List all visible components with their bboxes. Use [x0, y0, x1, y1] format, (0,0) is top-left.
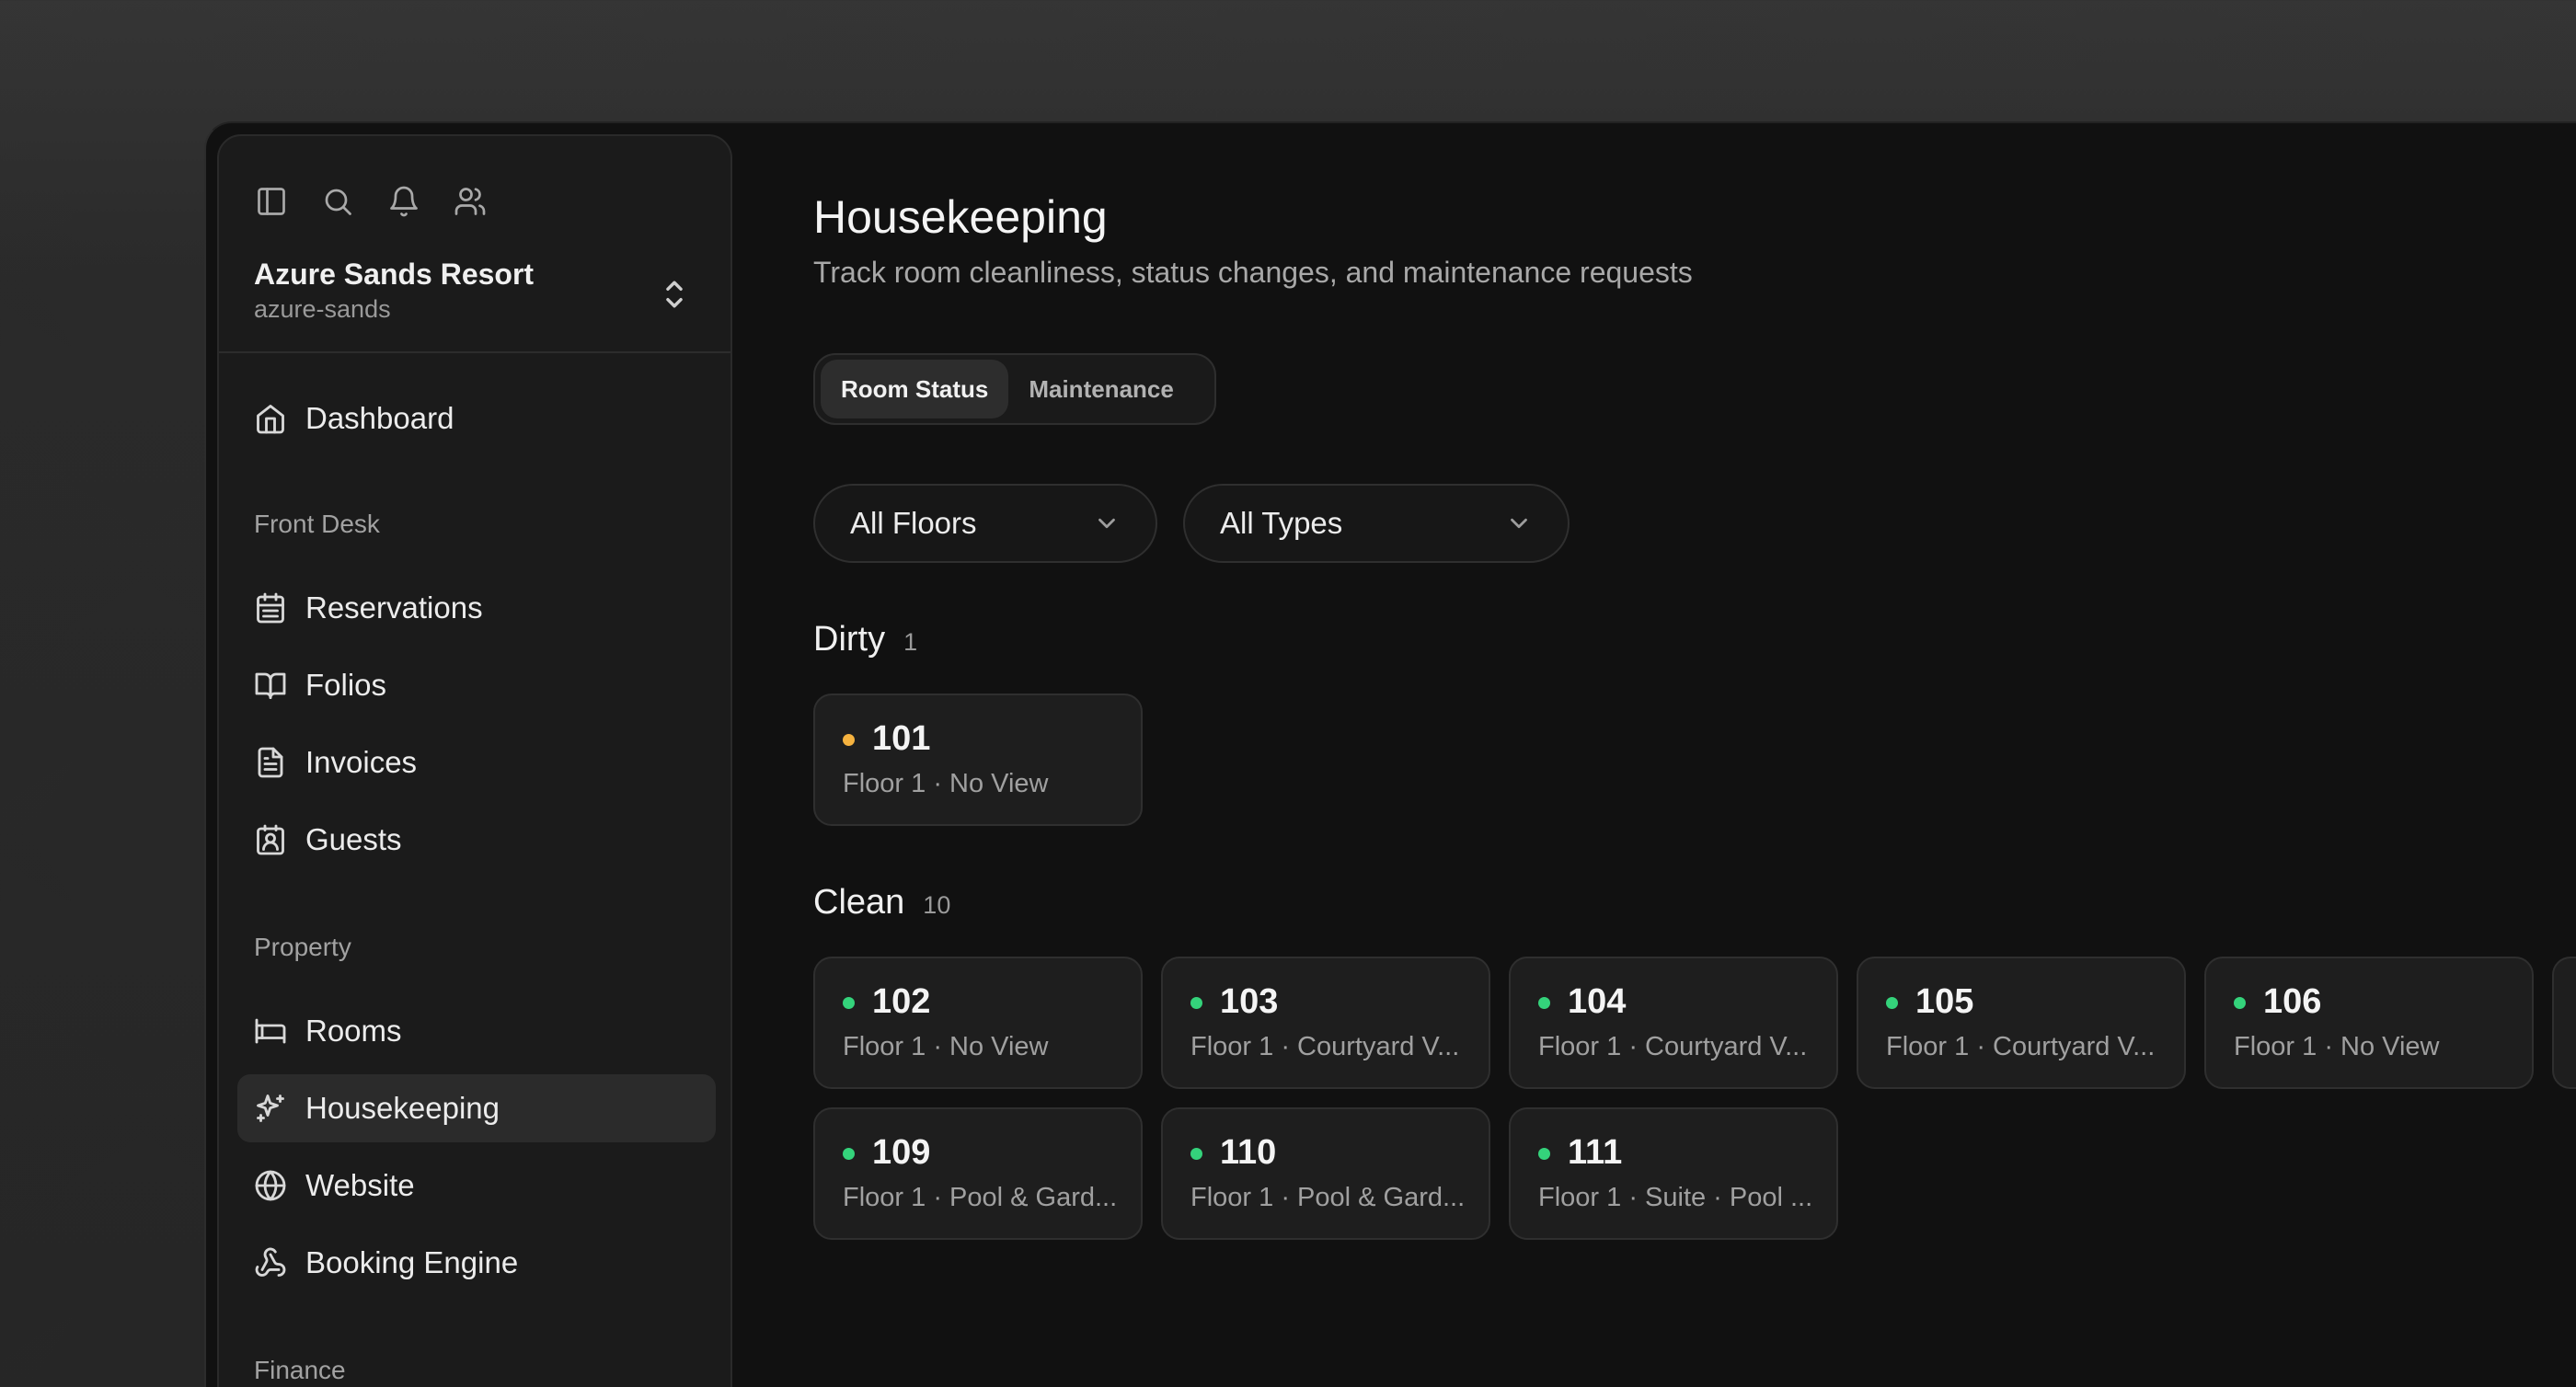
page-title: Housekeeping [813, 191, 1108, 243]
calendar-icon [257, 592, 284, 624]
sidebar-item-label: Rooms [305, 1014, 402, 1048]
room-meta: Floor 1 · No View [843, 1032, 1049, 1061]
filter-bar: All Floors All Types [813, 484, 1570, 563]
group-name: Clean [813, 883, 905, 922]
tab-room-status[interactable]: Room Status [821, 360, 1009, 418]
sparkles-icon [257, 1095, 284, 1122]
room-meta: Floor 1 · No View [843, 769, 1049, 798]
room-card[interactable]: 110 Floor 1 · Pool & Gard... [1161, 1107, 1490, 1240]
room-meta: Floor 1 · No View [2234, 1032, 2440, 1061]
app-window: Azure Sands Resort azure-sands Dashboard… [204, 121, 2576, 1387]
status-dot-clean [843, 1148, 855, 1160]
sidebar-divider [219, 351, 730, 353]
page-subtitle: Track room cleanliness, status changes, … [813, 256, 1693, 289]
status-dot-clean [1538, 997, 1550, 1009]
sidebar-toolbar [254, 184, 488, 219]
file-text-icon [258, 747, 283, 778]
room-card[interactable]: 105 Floor 1 · Courtyard V... [1857, 957, 2186, 1089]
sidebar-item-housekeeping[interactable]: Housekeeping [237, 1074, 716, 1142]
room-card[interactable]: 106 Floor 1 · No View [2204, 957, 2534, 1089]
org-name: Azure Sands Resort [254, 258, 535, 291]
type-select[interactable]: All Types [1183, 484, 1570, 563]
room-number: 105 [1915, 982, 1974, 1021]
room-number: 104 [1568, 982, 1627, 1021]
chevron-down-icon [1098, 518, 1115, 529]
sidebar-item-label: Dashboard [305, 401, 454, 435]
room-card[interactable]: 104 Floor 1 · Courtyard V... [1509, 957, 1838, 1089]
sidebar-item-invoices[interactable]: Invoices [237, 728, 716, 797]
sidebar-item-label: Booking Engine [305, 1245, 519, 1279]
sidebar-item-booking-engine[interactable]: Booking Engine [237, 1229, 716, 1297]
room-card[interactable]: 111 Floor 1 · Suite · Pool ... [1509, 1107, 1838, 1240]
room-number: 102 [872, 982, 931, 1021]
status-dot-clean [1886, 997, 1898, 1009]
bed-icon [255, 1018, 286, 1044]
chevron-down-icon [1511, 518, 1527, 529]
sidebar-item-label: Reservations [305, 590, 483, 625]
group-header-clean: Clean 10 [813, 883, 950, 923]
globe-icon [255, 1170, 286, 1201]
type-select-value: All Types [1220, 506, 1343, 540]
room-card-partial[interactable] [2552, 957, 2576, 1089]
room-card[interactable]: 109 Floor 1 · Pool & Gard... [813, 1107, 1143, 1240]
bell-icon[interactable] [386, 184, 421, 219]
room-meta: Floor 1 · Courtyard V... [1886, 1032, 2156, 1061]
room-meta: Floor 1 · Courtyard V... [1538, 1032, 1808, 1061]
org-slug: azure-sands [254, 295, 391, 323]
org-switcher[interactable]: Azure Sands Resort azure-sands [254, 256, 696, 329]
floor-select[interactable]: All Floors [813, 484, 1157, 563]
sidebar-item-rooms[interactable]: Rooms [237, 997, 716, 1065]
room-card[interactable]: 102 Floor 1 · No View [813, 957, 1143, 1089]
tab-list: Room Status Maintenance [813, 353, 1216, 425]
sidebar: Azure Sands Resort azure-sands Dashboard… [217, 134, 732, 1387]
room-meta: Floor 1 · Pool & Gard... [1190, 1183, 1466, 1212]
webhook-icon [255, 1247, 286, 1277]
room-meta: Floor 1 · Pool & Gard... [843, 1183, 1118, 1212]
status-dot-clean [2234, 997, 2246, 1009]
status-dot-clean [1190, 997, 1202, 1009]
room-meta: Floor 1 · Courtyard V... [1190, 1032, 1460, 1061]
sidebar-item-label: Website [305, 1168, 415, 1202]
room-number: 101 [872, 719, 931, 758]
sidebar-toggle-icon[interactable] [254, 184, 289, 219]
sidebar-item-guests[interactable]: Guests [237, 806, 716, 874]
home-icon [257, 405, 284, 434]
room-number: 106 [2263, 982, 2322, 1021]
users-icon[interactable] [453, 184, 488, 219]
search-icon[interactable] [320, 184, 355, 219]
section-label-finance: Finance [254, 1356, 346, 1384]
group-count: 1 [903, 628, 918, 656]
floor-select-value: All Floors [850, 506, 977, 540]
group-header-dirty: Dirty 1 [813, 620, 917, 659]
status-dot-clean [1538, 1148, 1550, 1160]
room-number: 111 [1568, 1133, 1623, 1172]
main-content: Housekeeping Track room cleanliness, sta… [813, 188, 2576, 1240]
contact-icon [257, 824, 284, 855]
status-dot-clean [843, 997, 855, 1009]
sidebar-item-reservations[interactable]: Reservations [237, 574, 716, 642]
chevrons-up-down-icon [659, 276, 690, 313]
room-number: 109 [872, 1133, 931, 1172]
sidebar-item-website[interactable]: Website [237, 1152, 716, 1220]
sidebar-item-label: Housekeeping [305, 1091, 500, 1125]
room-meta: Floor 1 · Suite · Pool ... [1538, 1183, 1813, 1212]
sidebar-item-dashboard[interactable]: Dashboard [237, 384, 716, 453]
sidebar-item-folios[interactable]: Folios [237, 651, 716, 719]
section-label-front-desk: Front Desk [254, 510, 380, 538]
book-open-icon [255, 672, 286, 699]
room-card[interactable]: 101 Floor 1 · No View [813, 694, 1143, 826]
group-count: 10 [923, 891, 951, 919]
group-name: Dirty [813, 620, 886, 659]
tab-maintenance[interactable]: Maintenance [1008, 360, 1194, 418]
sidebar-item-label: Invoices [305, 745, 418, 779]
room-number: 110 [1220, 1133, 1277, 1172]
sidebar-item-label: Folios [305, 668, 387, 702]
section-label-property: Property [254, 933, 351, 961]
sidebar-item-label: Guests [305, 822, 402, 856]
room-number: 103 [1220, 982, 1279, 1021]
status-dot-dirty [843, 734, 855, 746]
status-dot-clean [1190, 1148, 1202, 1160]
room-card[interactable]: 103 Floor 1 · Courtyard V... [1161, 957, 1490, 1089]
